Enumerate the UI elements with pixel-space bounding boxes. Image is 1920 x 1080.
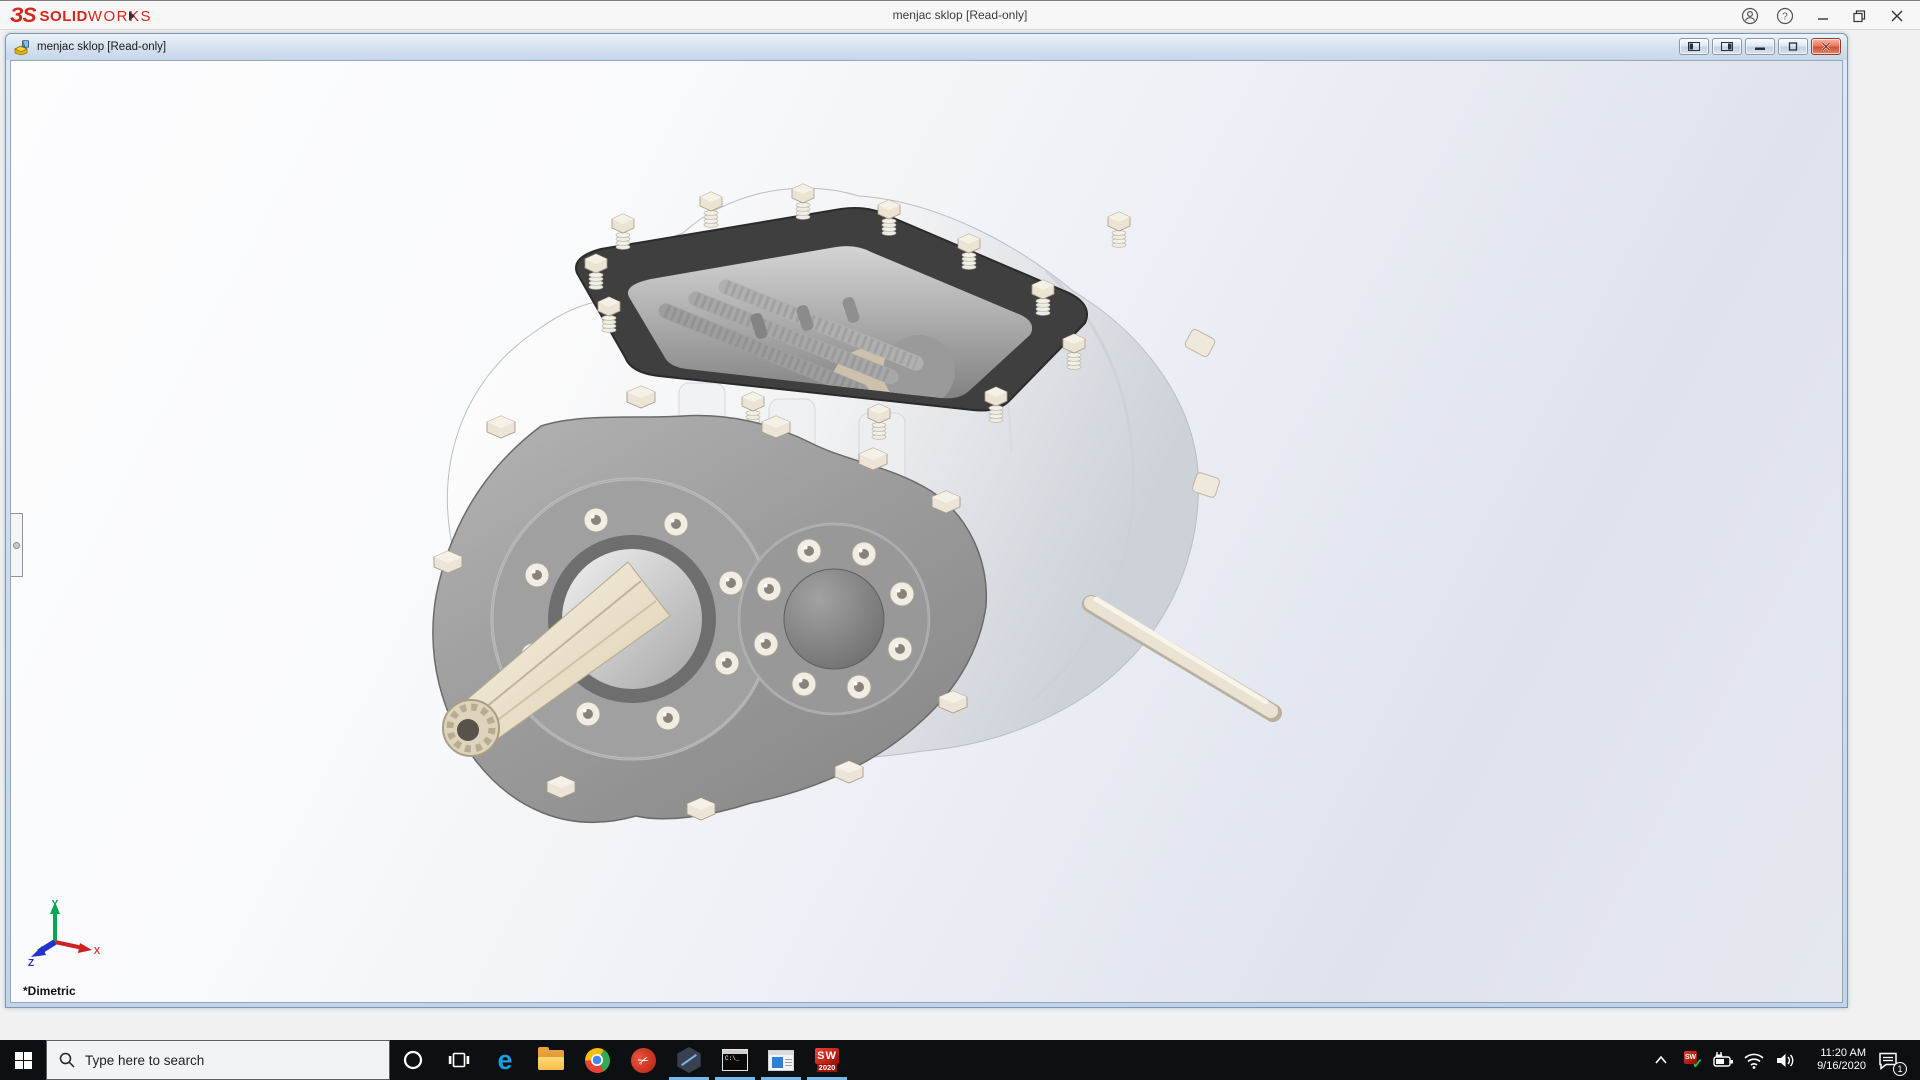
- document-titlebar[interactable]: menjac sklop [Read-only]: [6, 34, 1847, 60]
- solidworks-monitor-icon[interactable]: SW ✓: [1680, 1051, 1704, 1071]
- help-icon[interactable]: ?: [1770, 5, 1800, 27]
- panel-handle-icon: [13, 542, 20, 549]
- doc-minimize-icon[interactable]: [1745, 38, 1775, 55]
- search-icon: [59, 1052, 75, 1068]
- photo-viewer-button[interactable]: [758, 1040, 804, 1080]
- app-title: menjac sklop [Read-only]: [892, 8, 1028, 22]
- tray-date: 9/16/2020: [1817, 1060, 1866, 1072]
- x-axis-label: X: [94, 946, 101, 957]
- orientation-triad: Y X Z: [28, 899, 101, 968]
- hexagon-app-button[interactable]: [666, 1040, 712, 1080]
- close-icon[interactable]: [1882, 5, 1912, 27]
- document-title: menjac sklop [Read-only]: [37, 41, 167, 53]
- volume-icon[interactable]: [1773, 1052, 1797, 1069]
- assembly-document-icon: [14, 39, 29, 55]
- search-placeholder: Type here to search: [85, 1052, 205, 1068]
- file-explorer-button[interactable]: [528, 1040, 574, 1080]
- command-prompt-button[interactable]: C:\_: [712, 1040, 758, 1080]
- chrome-icon: [584, 1047, 610, 1073]
- svg-text:?: ?: [1782, 12, 1788, 23]
- power-icon[interactable]: [1711, 1050, 1735, 1070]
- action-center-button[interactable]: 1: [1873, 1051, 1907, 1076]
- start-button[interactable]: [0, 1040, 46, 1080]
- collapsed-panel-tab[interactable]: [11, 513, 23, 577]
- snipping-tool-button[interactable]: ✂: [620, 1040, 666, 1080]
- tray-expand-chevron-icon[interactable]: [1649, 1055, 1673, 1065]
- document-window: menjac sklop [Read-only] Y X Z *Dimetric: [5, 33, 1848, 1008]
- cortana-icon: [403, 1050, 423, 1070]
- gearbox-model[interactable]: [11, 61, 1843, 1003]
- restore-icon[interactable]: [1844, 5, 1874, 27]
- doc-restore-icon[interactable]: [1778, 38, 1808, 55]
- photo-viewer-icon: [768, 1049, 794, 1071]
- chrome-button[interactable]: [574, 1040, 620, 1080]
- account-icon[interactable]: [1735, 5, 1765, 27]
- snipping-tool-icon: ✂: [626, 1043, 660, 1077]
- edge-icon: e: [497, 1045, 513, 1075]
- cortana-button[interactable]: [390, 1040, 436, 1080]
- task-view-icon: [448, 1052, 470, 1068]
- clock[interactable]: 11:20 AM 9/16/2020: [1804, 1047, 1866, 1073]
- taskbar: Type here to search e ✂ C:\_ SW 2020 SW ✓: [0, 1040, 1920, 1080]
- solidworks-2020-button[interactable]: SW 2020: [804, 1040, 850, 1080]
- file-explorer-icon: [538, 1047, 564, 1070]
- wifi-icon[interactable]: [1742, 1052, 1766, 1069]
- solidworks-2020-icon: SW 2020: [815, 1048, 839, 1072]
- app-titlebar: ЗS SOLID WORKS menjac sklop [Read-only] …: [0, 0, 1920, 30]
- search-input[interactable]: Type here to search: [46, 1040, 390, 1080]
- minimize-icon[interactable]: [1808, 5, 1838, 27]
- doc-close-icon[interactable]: [1811, 38, 1841, 55]
- view-orientation-label: *Dimetric: [23, 984, 76, 998]
- pane-left-icon[interactable]: [1679, 38, 1709, 55]
- notification-badge: 1: [1893, 1061, 1907, 1076]
- edge-button[interactable]: e: [482, 1040, 528, 1080]
- command-prompt-icon: C:\_: [722, 1049, 748, 1071]
- task-view-button[interactable]: [436, 1040, 482, 1080]
- tray-time: 11:20 AM: [1820, 1047, 1866, 1059]
- z-axis-label: Z: [28, 958, 34, 968]
- y-axis-label: Y: [52, 899, 59, 910]
- graphics-viewport[interactable]: Y X Z *Dimetric: [10, 60, 1843, 1003]
- side-bearing-cover[interactable]: [737, 522, 931, 716]
- hexagon-app-icon: [677, 1047, 701, 1073]
- system-tray: SW ✓ 11:20 AM 9/16/2020 1: [1649, 1040, 1920, 1080]
- pane-right-icon[interactable]: [1712, 38, 1742, 55]
